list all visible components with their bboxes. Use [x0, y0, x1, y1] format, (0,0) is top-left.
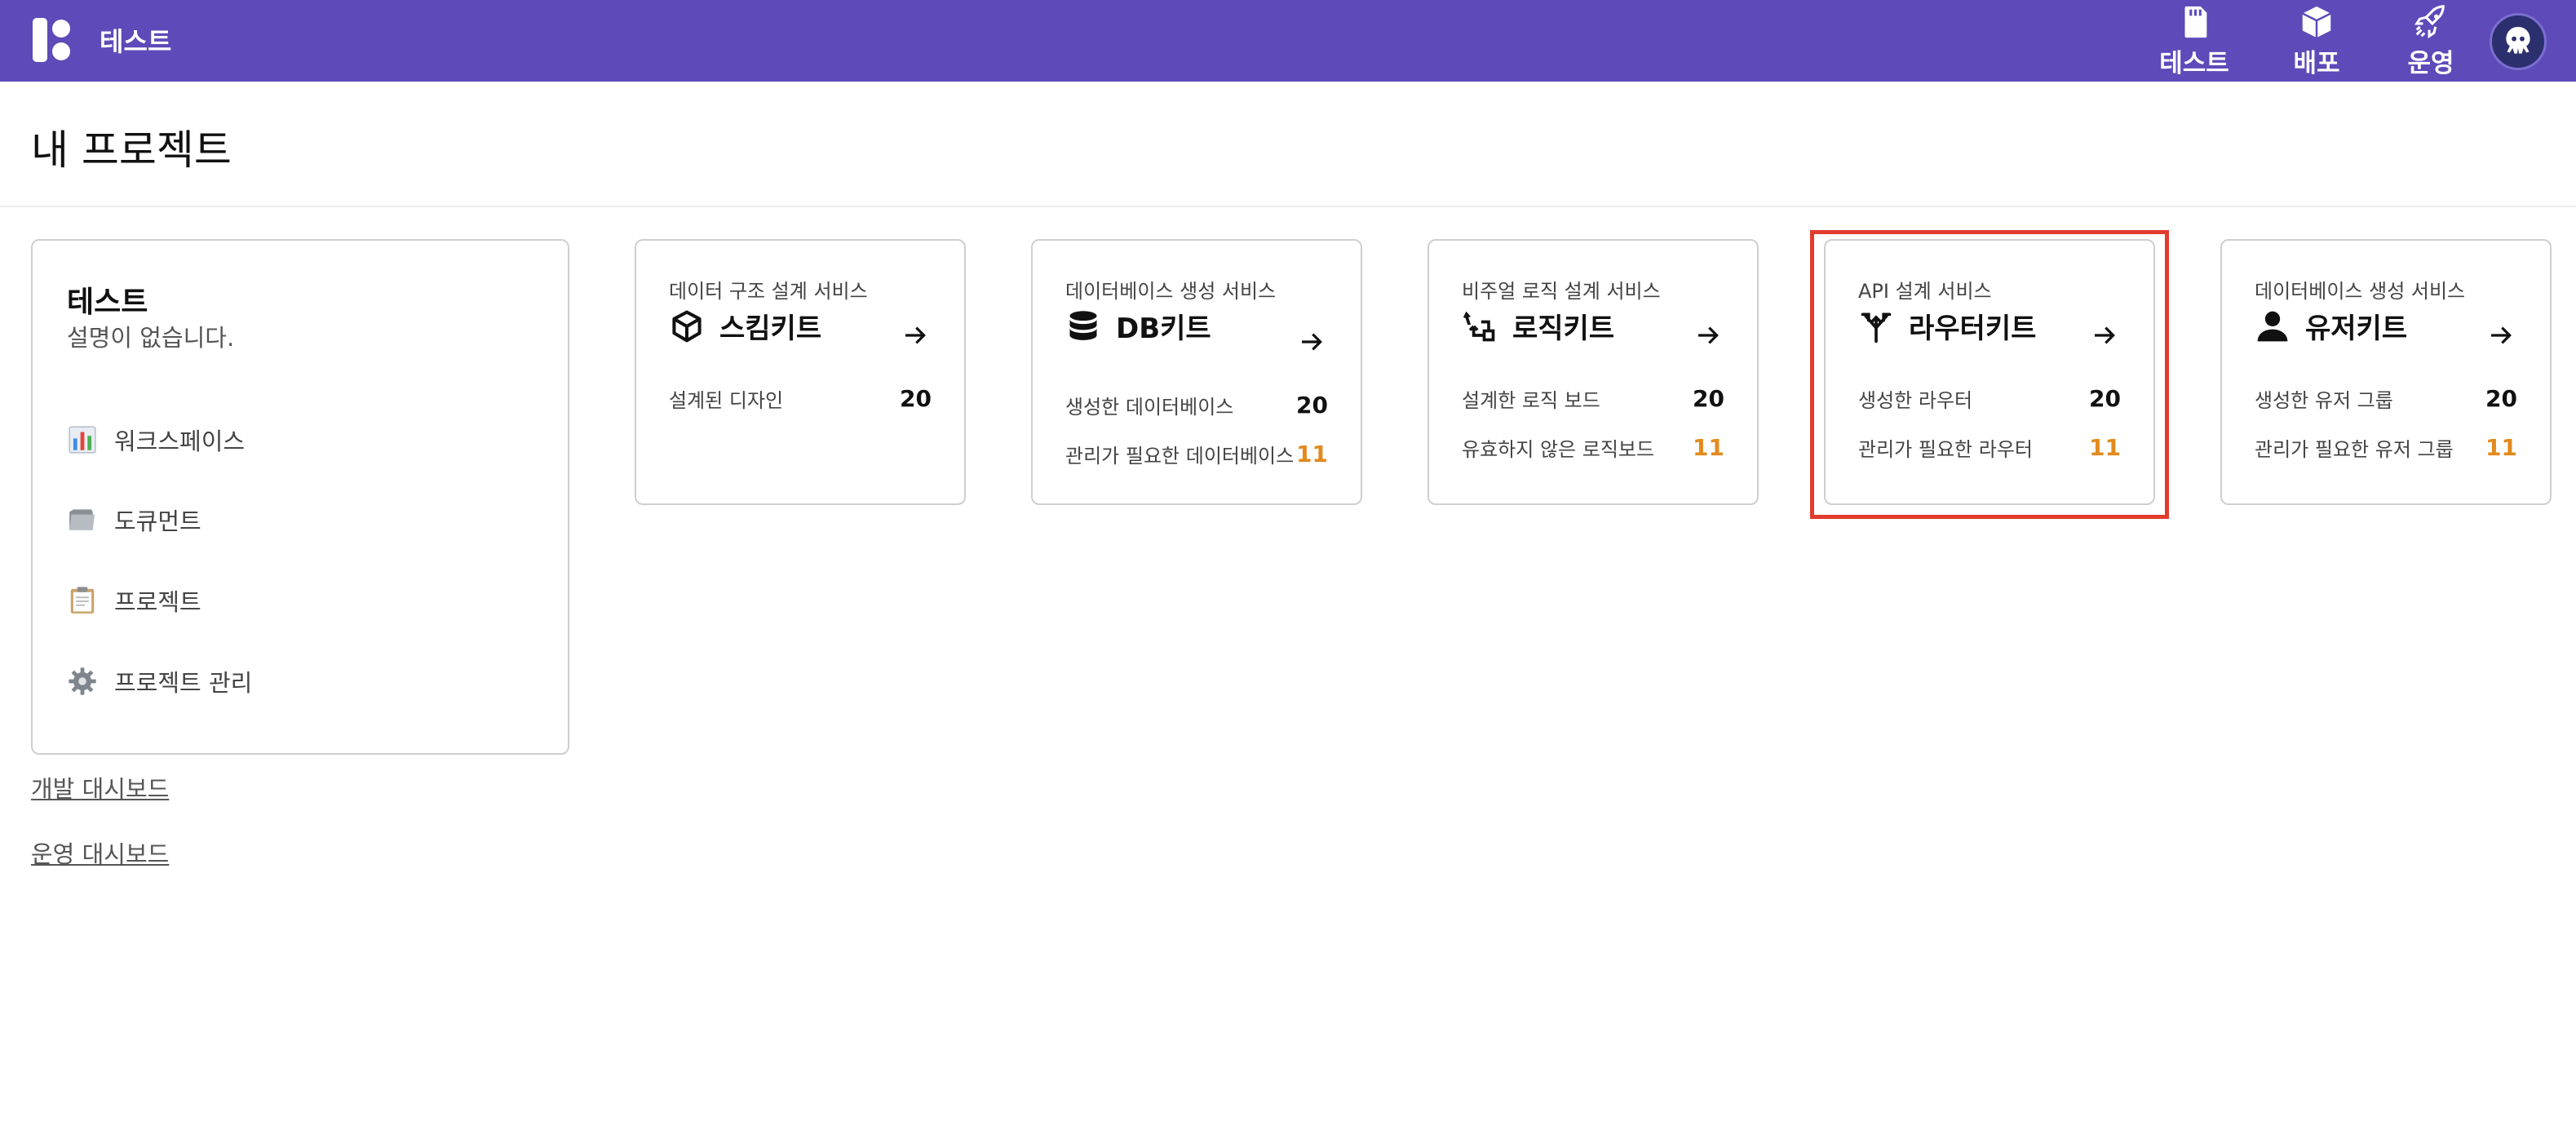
- stat-value-warning: 11: [1693, 434, 1724, 461]
- service-card-routerkit[interactable]: API 설계 서비스 라우터키트 생성한 라우터 20 관리가 필요한 라우터 …: [1824, 239, 2155, 505]
- service-subtitle: 데이터 구조 설계 서비스: [669, 280, 868, 303]
- stat-label: 생성한 라우터: [1858, 389, 1973, 412]
- service-name: 라우터키트: [1909, 312, 2037, 345]
- project-menu-project-label: 프로젝트: [114, 588, 201, 616]
- arrow-right-icon[interactable]: [1695, 322, 1721, 348]
- stat-label: 관리가 필요한 유저 그룹: [2255, 438, 2454, 461]
- stat-row: 유효하지 않은 로직보드 11: [1462, 433, 1724, 462]
- stat-value: 20: [1693, 385, 1724, 412]
- nav-operation[interactable]: 운영: [2394, 0, 2468, 82]
- project-menu-settings[interactable]: 프로젝트 관리: [67, 663, 252, 699]
- service-subtitle: API 설계 서비스: [1858, 280, 1992, 303]
- gear-icon: [67, 666, 98, 697]
- brand-name: 테스트: [100, 26, 172, 57]
- project-description: 설명이 없습니다.: [67, 324, 235, 352]
- ops-dashboard-link[interactable]: 운영 대시보드: [31, 835, 169, 870]
- database-icon: [1065, 308, 1101, 344]
- nav-operation-label: 운영: [2407, 48, 2454, 78]
- cube-icon: [669, 308, 705, 344]
- stat-label: 생성한 데이터베이스: [1065, 396, 1234, 419]
- arrow-right-icon[interactable]: [902, 322, 928, 348]
- stat-label: 생성한 유저 그룹: [2255, 389, 2393, 412]
- arrow-right-icon[interactable]: [2091, 322, 2118, 348]
- stat-label: 유효하지 않은 로직보드: [1462, 438, 1655, 461]
- rocket-icon: [2414, 4, 2445, 38]
- stat-value-warning: 11: [2485, 434, 2517, 461]
- stat-row: 설계한 로직 보드 20: [1462, 384, 1724, 413]
- stat-value: 20: [1296, 392, 1328, 419]
- project-name: 테스트: [67, 286, 148, 319]
- brand-logo-icon: [33, 18, 75, 62]
- stat-value: 20: [900, 385, 932, 412]
- folder-icon: [67, 504, 98, 535]
- nav-deploy-label: 배포: [2293, 48, 2340, 78]
- dev-dashboard-link[interactable]: 개발 대시보드: [31, 770, 169, 804]
- project-menu-project[interactable]: 프로젝트: [67, 583, 201, 618]
- project-menu-workspace[interactable]: 워크스페이스: [67, 422, 245, 458]
- stat-value: 20: [2089, 385, 2121, 412]
- service-name: DB키트: [1116, 312, 1211, 345]
- service-card-dbkit[interactable]: 데이터베이스 생성 서비스 DB키트 생성한 데이터베이스 20 관리가 필요한…: [1031, 239, 1362, 505]
- page-title: 내 프로젝트: [31, 126, 232, 174]
- stat-row: 설계된 디자인 20: [669, 384, 932, 413]
- route-split-icon: [1858, 308, 1894, 344]
- stat-label: 관리가 필요한 데이터베이스: [1065, 445, 1295, 468]
- user-icon: [2255, 308, 2291, 344]
- stat-row: 관리가 필요한 라우터 11: [1858, 433, 2121, 462]
- stat-row: 생성한 유저 그룹 20: [2255, 384, 2517, 413]
- stat-value-warning: 11: [2089, 434, 2121, 461]
- service-card-logickit[interactable]: 비주얼 로직 설계 서비스 로직키트 설계한 로직 보드 20 유효하지 않은 …: [1427, 239, 1759, 505]
- title-divider: [0, 206, 2576, 207]
- service-name: 로직키트: [1512, 312, 1615, 345]
- stat-label: 설계한 로직 보드: [1462, 389, 1600, 412]
- brand[interactable]: 테스트: [33, 18, 171, 62]
- service-name: 스킴키트: [719, 312, 822, 345]
- stat-row: 관리가 필요한 유저 그룹 11: [2255, 433, 2517, 462]
- package-icon: [2302, 6, 2331, 38]
- logic-flow-icon: [1462, 308, 1498, 344]
- stat-row: 관리가 필요한 데이터베이스 11: [1065, 440, 1328, 468]
- stat-label: 관리가 필요한 라우터: [1858, 438, 2033, 461]
- top-navigation-bar: 테스트 테스트 배포 운영: [0, 0, 2576, 82]
- stat-row: 생성한 데이터베이스 20: [1065, 391, 1328, 419]
- stat-label: 설계된 디자인: [669, 389, 784, 412]
- sd-card-icon: [2184, 6, 2207, 38]
- nav-test-label: 테스트: [2159, 48, 2229, 78]
- stat-value: 20: [2485, 385, 2517, 412]
- project-menu-workspace-label: 워크스페이스: [114, 428, 246, 455]
- service-card-schemekit[interactable]: 데이터 구조 설계 서비스 스킴키트 설계된 디자인 20: [635, 239, 966, 505]
- arrow-right-icon[interactable]: [1299, 329, 1325, 355]
- bar-chart-icon: [67, 424, 98, 455]
- service-name: 유저키트: [2305, 312, 2408, 345]
- stat-value-warning: 11: [1296, 441, 1328, 468]
- service-subtitle: 비주얼 로직 설계 서비스: [1462, 280, 1661, 303]
- stat-row: 생성한 라우터 20: [1858, 384, 2121, 413]
- nav-deploy[interactable]: 배포: [2280, 0, 2353, 82]
- project-menu-settings-label: 프로젝트 관리: [114, 669, 253, 697]
- arrow-right-icon[interactable]: [2488, 322, 2514, 348]
- nav-test[interactable]: 테스트: [2153, 0, 2235, 82]
- service-subtitle: 데이터베이스 생성 서비스: [1065, 280, 1277, 303]
- clipboard-icon: [67, 585, 98, 616]
- project-menu-documents[interactable]: 도큐먼트: [67, 502, 201, 538]
- project-menu-documents-label: 도큐먼트: [114, 507, 201, 535]
- service-subtitle: 데이터베이스 생성 서비스: [2255, 280, 2466, 303]
- project-card: 테스트 설명이 없습니다. 워크스페이스 도큐먼트 프로젝트 프로젝트 관리: [31, 239, 569, 755]
- service-card-userkit[interactable]: 데이터베이스 생성 서비스 유저키트 생성한 유저 그룹 20 관리가 필요한 …: [2220, 239, 2552, 505]
- octopus-avatar-icon: [2506, 27, 2530, 54]
- user-avatar[interactable]: [2490, 13, 2547, 70]
